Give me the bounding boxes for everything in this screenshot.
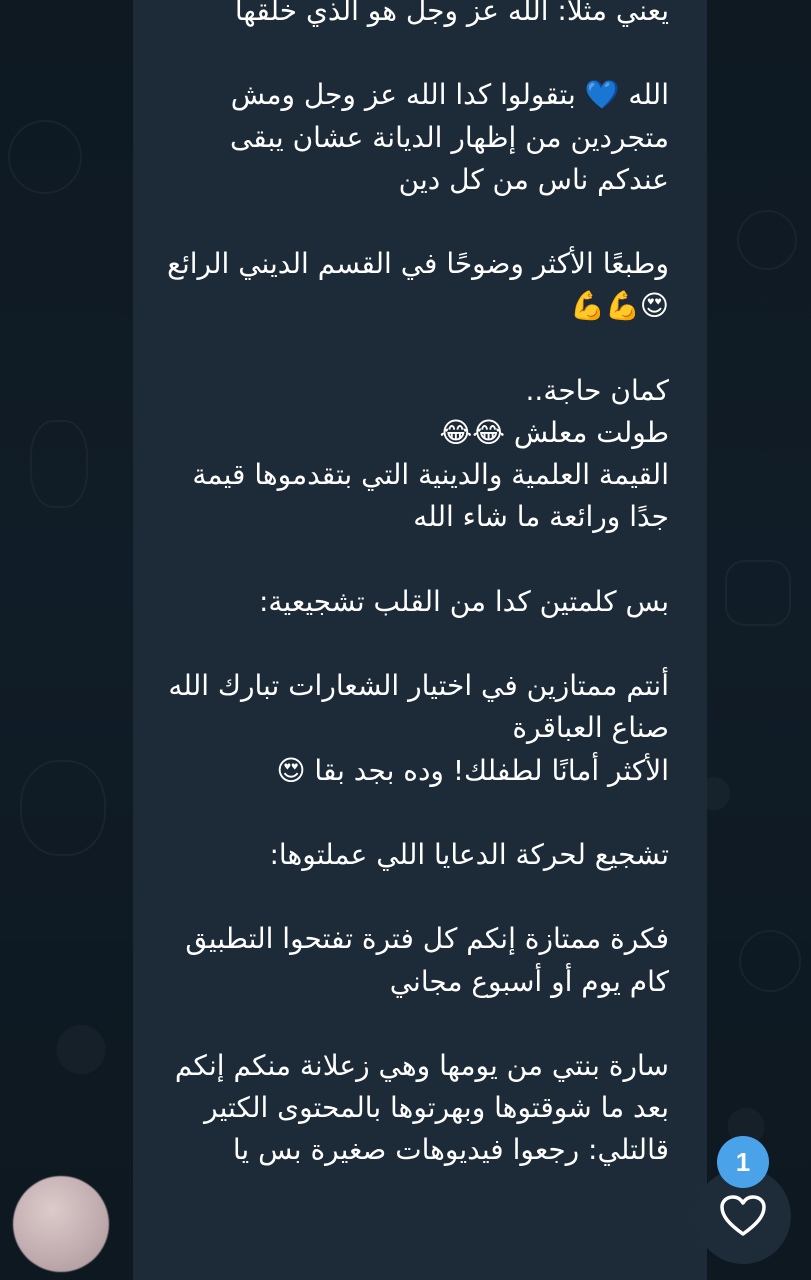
wallpaper-doodle [8, 120, 82, 194]
wallpaper-doodle [725, 560, 791, 626]
heart-icon [720, 1195, 766, 1236]
sender-avatar[interactable] [13, 1176, 109, 1272]
wallpaper-doodle [30, 420, 88, 508]
reaction-count-badge: 1 [717, 1136, 769, 1188]
wallpaper-doodle [20, 760, 106, 856]
wallpaper-doodle [739, 930, 801, 992]
wallpaper-doodle [737, 210, 797, 270]
message-text: يعني مثلًا: الله عز وجل هو الذي خلقها ال… [167, 0, 669, 1167]
message-bubble[interactable]: يعني مثلًا: الله عز وجل هو الذي خلقها ال… [133, 0, 707, 1280]
